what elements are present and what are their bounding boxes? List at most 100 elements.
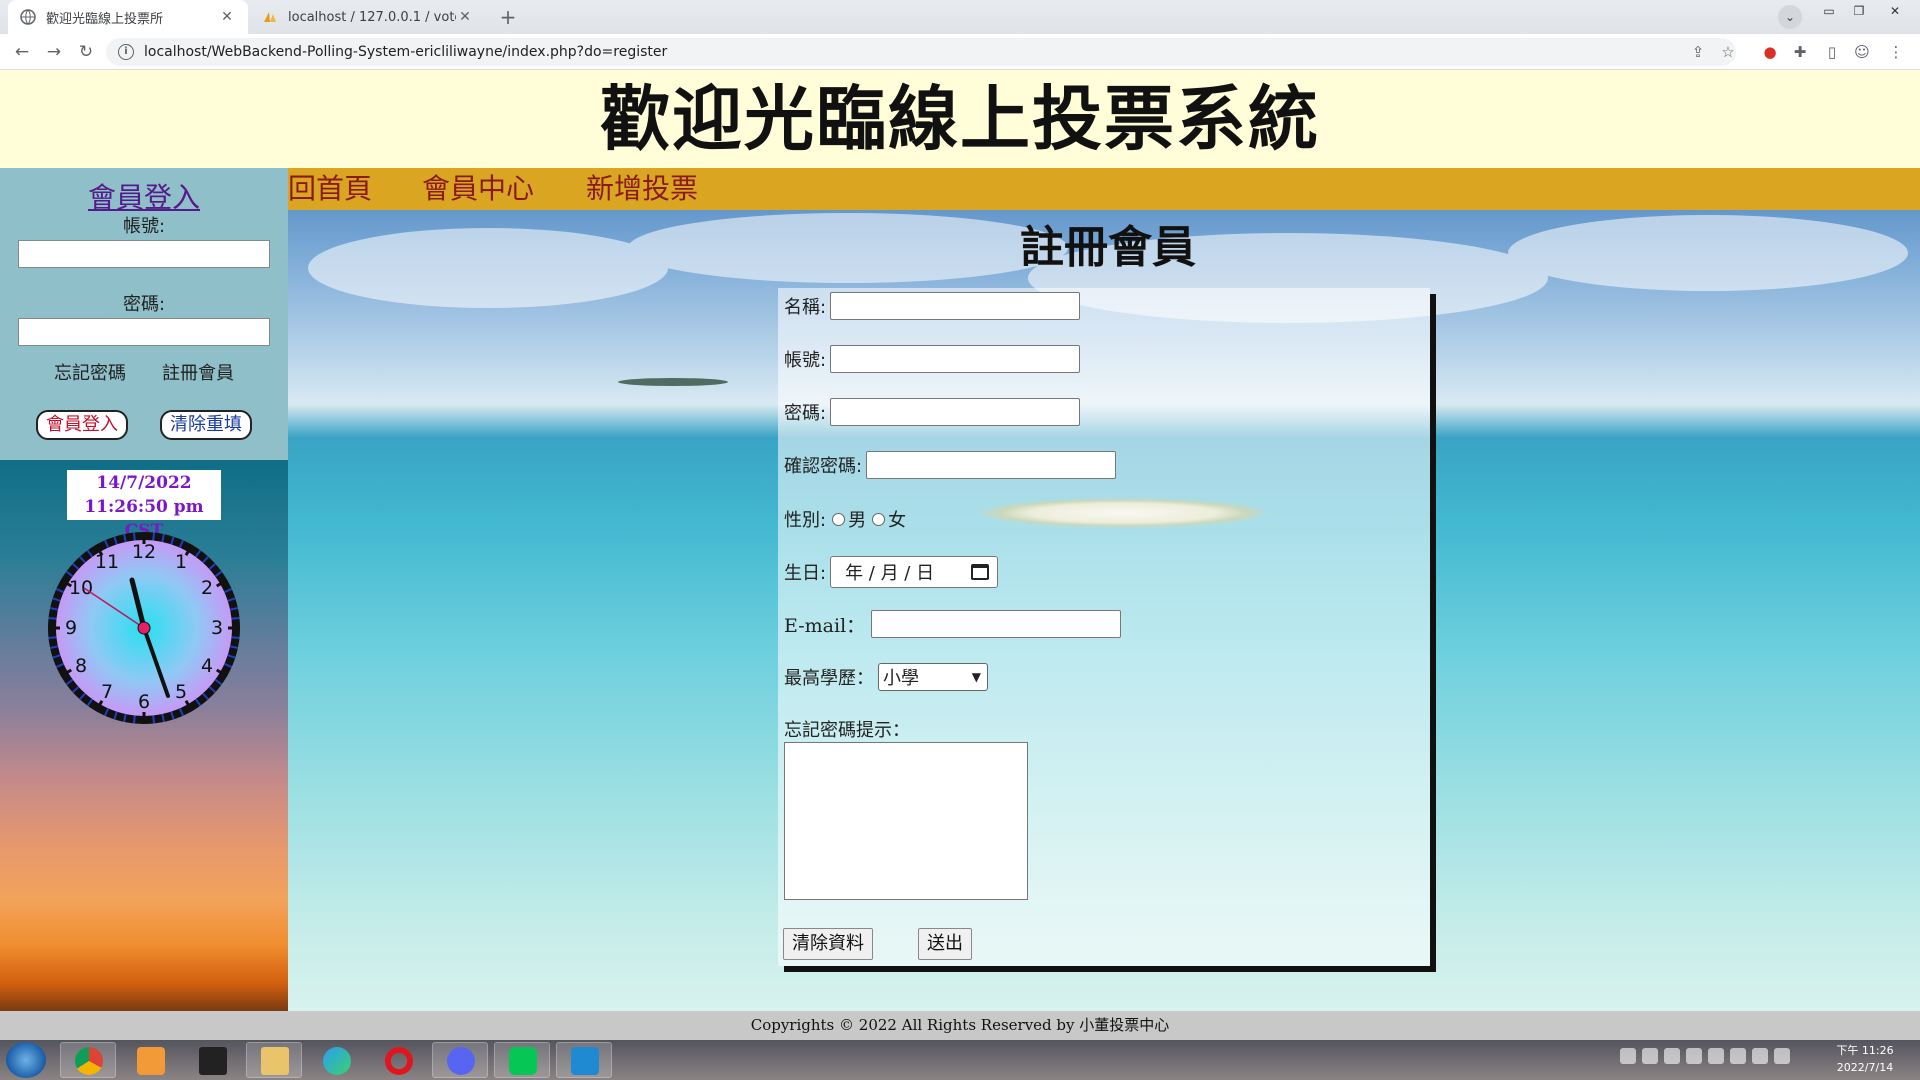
url-text: localhost/WebBackend-Polling-System-eric… — [144, 44, 668, 60]
svg-text:6: 6 — [138, 691, 150, 713]
account-input[interactable] — [18, 240, 270, 268]
form-title: 註冊會員 — [1020, 222, 1196, 273]
system-tray — [1620, 1048, 1790, 1064]
clock-tick — [132, 715, 136, 724]
gender-male-radio[interactable] — [832, 512, 846, 526]
submit-button[interactable]: 送出 — [918, 928, 972, 960]
discord-icon — [447, 1047, 475, 1075]
password-hint-label: 忘記密碼提示： — [784, 720, 910, 741]
tray-icon[interactable] — [1730, 1048, 1746, 1064]
vscode-taskbar-icon[interactable] — [556, 1042, 612, 1078]
tab-active[interactable]: 歡迎光臨線上投票所 ✕ — [8, 0, 248, 34]
education-selected-value: 小學 — [883, 668, 919, 689]
restore-icon[interactable]: ❐ — [1846, 2, 1872, 20]
confirm-password-input[interactable] — [866, 451, 1117, 479]
new-tab-button[interactable]: + — [494, 4, 522, 30]
password-input[interactable] — [830, 398, 1081, 426]
svg-text:10: 10 — [69, 577, 93, 599]
bookmark-star-icon[interactable]: ☆ — [1718, 42, 1738, 62]
reset-button[interactable]: 清除重填 — [160, 410, 252, 440]
tray-icon[interactable] — [1752, 1048, 1768, 1064]
back-icon[interactable]: ← — [10, 40, 34, 64]
register-form: 名稱: 帳號: 密碼: 確認密碼: 性別: 男 女 生日: 年 / 月 / 日 — [778, 288, 1430, 966]
tab-close-icon[interactable]: ✕ — [456, 9, 474, 25]
edge-icon — [323, 1047, 351, 1075]
chrome-taskbar-icon[interactable] — [60, 1042, 116, 1078]
media-player-taskbar-icon[interactable] — [122, 1042, 178, 1078]
terminal-taskbar-icon[interactable] — [184, 1042, 240, 1078]
login-button[interactable]: 會員登入 — [36, 410, 128, 440]
tray-icon[interactable] — [1620, 1048, 1636, 1064]
gender-female-radio[interactable] — [872, 512, 886, 526]
account-input[interactable] — [830, 345, 1081, 373]
browser-tab-bar: 歡迎光臨線上投票所 ✕ localhost / 127.0.0.1 / vote… — [0, 0, 1920, 34]
address-bar[interactable]: i localhost/WebBackend-Polling-System-er… — [106, 38, 1736, 66]
system-time: 下午 11:26 — [1836, 1044, 1894, 1057]
calendar-icon[interactable] — [971, 564, 990, 580]
clear-data-button[interactable]: 清除資料 — [783, 928, 873, 960]
site-title: 歡迎光臨線上投票系統 — [600, 78, 1320, 160]
footer: Copyrights © 2022 All Rights Reserved by… — [0, 1011, 1920, 1040]
tab-search-icon[interactable]: ⌄ — [1778, 5, 1802, 29]
password-label: 密碼: — [784, 403, 827, 424]
edge-taskbar-icon[interactable] — [308, 1042, 364, 1078]
file-explorer-taskbar-icon[interactable] — [246, 1042, 302, 1078]
system-clock[interactable]: 下午 11:26 2022/7/14 — [1820, 1042, 1910, 1076]
chrome-icon — [75, 1047, 103, 1075]
birthday-input[interactable]: 年 / 月 / 日 — [830, 556, 999, 588]
volume-icon[interactable] — [1774, 1048, 1790, 1064]
close-window-icon[interactable]: ✕ — [1882, 2, 1908, 20]
site-header: 歡迎光臨線上投票系統 — [0, 70, 1920, 168]
tray-icon[interactable] — [1642, 1048, 1658, 1064]
tab-phpmyadmin[interactable]: localhost / 127.0.0.1 / votesyste ✕ — [250, 0, 486, 34]
reload-icon[interactable]: ↻ — [74, 40, 98, 64]
info-icon[interactable]: i — [118, 44, 134, 60]
nav-member-center[interactable]: 會員中心 — [422, 168, 534, 210]
name-input[interactable] — [830, 292, 1081, 320]
profile-avatar[interactable]: ☺ — [1852, 42, 1872, 62]
clock-tick — [48, 616, 57, 620]
browser-toolbar: ← → ↻ i localhost/WebBackend-Polling-Sys… — [0, 34, 1920, 70]
password-hint-textarea[interactable] — [784, 742, 1028, 900]
gender-female-label: 女 — [888, 510, 907, 531]
tab-title: 歡迎光臨線上投票所 — [46, 11, 164, 27]
media-player-icon — [137, 1047, 165, 1075]
system-date: 2022/7/14 — [1836, 1061, 1894, 1074]
tray-icon[interactable] — [1708, 1048, 1724, 1064]
clock-tick — [48, 636, 57, 640]
side-panel-icon[interactable]: ▯ — [1822, 42, 1842, 62]
register-link[interactable]: 註冊會員 — [162, 362, 234, 386]
clock-tick — [231, 616, 240, 620]
nav-new-poll[interactable]: 新增投票 — [586, 168, 698, 210]
forward-icon[interactable]: → — [42, 40, 66, 64]
discord-taskbar-icon[interactable] — [432, 1042, 488, 1078]
opera-taskbar-icon[interactable] — [370, 1042, 426, 1078]
email-input[interactable] — [871, 610, 1122, 638]
login-title-link[interactable]: 會員登入 — [0, 180, 288, 216]
password-input[interactable] — [18, 318, 270, 346]
svg-text:2: 2 — [201, 577, 213, 599]
nav-home[interactable]: 回首頁 — [288, 168, 372, 210]
tab-close-icon[interactable]: ✕ — [218, 9, 236, 25]
name-label: 名稱: — [784, 297, 827, 318]
confirm-password-label: 確認密碼: — [784, 456, 863, 477]
tray-icon[interactable] — [1664, 1048, 1680, 1064]
start-button[interactable] — [6, 1042, 46, 1078]
extensions-icon[interactable]: ✚ — [1790, 42, 1810, 62]
svg-text:4: 4 — [201, 655, 213, 677]
svg-text:1: 1 — [175, 551, 187, 573]
tray-icon[interactable] — [1686, 1048, 1702, 1064]
globe-icon — [20, 9, 36, 25]
analog-clock: 12 12 3 45 6 78 9 1011 — [48, 532, 240, 724]
recording-icon[interactable]: ● — [1760, 42, 1780, 62]
windows-taskbar: 下午 11:26 2022/7/14 — [0, 1040, 1920, 1080]
share-icon[interactable]: ⇪ — [1688, 42, 1708, 62]
svg-text:5: 5 — [175, 681, 187, 703]
forgot-password-link[interactable]: 忘記密碼 — [54, 362, 126, 386]
minimize-icon[interactable]: ▭ — [1816, 2, 1842, 20]
line-taskbar-icon[interactable] — [494, 1042, 550, 1078]
svg-text:11: 11 — [95, 551, 119, 573]
education-select[interactable]: 小學 ▼ — [878, 663, 988, 691]
menu-icon[interactable]: ⋮ — [1886, 42, 1906, 62]
folder-icon — [261, 1047, 289, 1075]
